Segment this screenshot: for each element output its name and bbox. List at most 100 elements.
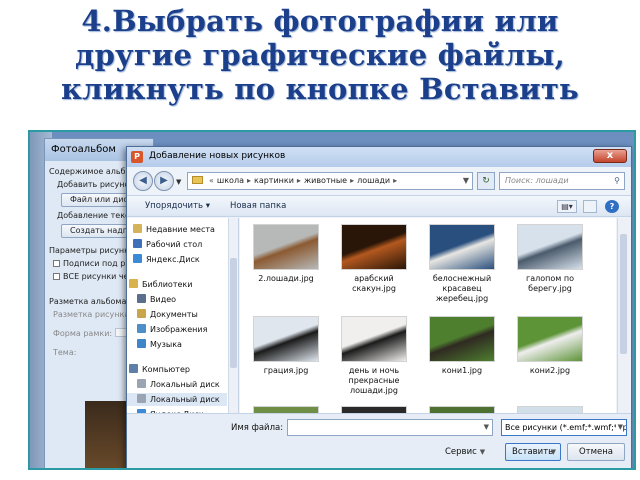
- powerpoint-icon: P: [131, 151, 143, 163]
- create-caption-button[interactable]: Создать надпись: [61, 224, 135, 238]
- file-item[interactable]: белоснежный красавец жеребец.jpg: [420, 224, 504, 304]
- frame-shape-label: Форма рамки:: [53, 329, 113, 338]
- file-item[interactable]: [508, 406, 592, 413]
- nav-item-label: Рабочий стол: [146, 240, 203, 249]
- yandex-disk-icon: [133, 254, 142, 263]
- nav-item[interactable]: Изображения: [127, 323, 227, 336]
- filename-input[interactable]: ▼: [287, 419, 493, 436]
- recent-locations-dropdown-icon[interactable]: ▼: [176, 178, 181, 186]
- music-icon: [137, 339, 146, 348]
- nav-item[interactable]: Библиотеки: [127, 278, 227, 291]
- libraries-icon: [129, 279, 138, 288]
- nav-item[interactable]: Музыка: [127, 338, 227, 351]
- nav-item[interactable]: Компьютер: [127, 363, 227, 376]
- insert-pictures-dialog: P Добавление новых рисунков x ◀ ▶ ▼ «шко…: [126, 146, 632, 468]
- address-bar[interactable]: «школа ▸ картинки ▸ животные ▸ лошади ▸ ▼: [187, 172, 473, 190]
- nav-item-label: Библиотеки: [142, 280, 193, 289]
- file-item[interactable]: галопом по берегу.jpg: [508, 224, 592, 294]
- file-item[interactable]: арабский скакун.jpg: [332, 224, 416, 294]
- nav-item[interactable]: Видео: [127, 293, 227, 306]
- file-thumbnail: [517, 316, 583, 362]
- dialog-bottom-panel: Имя файла: ▼ Все рисунки (*.emf;*.wmf;*.…: [127, 413, 631, 468]
- file-thumbnail: [253, 224, 319, 270]
- all-bw-checkbox[interactable]: [53, 273, 60, 280]
- preview-pane-icon[interactable]: [583, 200, 597, 213]
- insert-button[interactable]: Вставить ▼: [505, 443, 561, 461]
- local-disk-icon: [137, 379, 146, 388]
- file-name: галопом по берегу.jpg: [526, 274, 574, 293]
- file-item[interactable]: [244, 406, 328, 413]
- nav-item[interactable]: Документы: [127, 308, 227, 321]
- new-folder-button[interactable]: Новая папка: [230, 201, 286, 211]
- search-icon[interactable]: ⚲: [614, 173, 620, 189]
- picture-layout-label: Разметка рисунка: [53, 310, 130, 319]
- file-type-dropdown-icon[interactable]: ▼: [615, 420, 623, 435]
- breadcrumb-item[interactable]: лошади: [357, 176, 390, 185]
- tools-menu[interactable]: Сервис ▼: [445, 447, 485, 457]
- filename-dropdown-icon[interactable]: ▼: [484, 423, 489, 431]
- nav-item[interactable]: Яндекс.Диск: [127, 253, 227, 266]
- breadcrumb-item[interactable]: школа: [217, 176, 244, 185]
- theme-label: Тема:: [53, 348, 77, 357]
- breadcrumb-item[interactable]: картинки: [254, 176, 294, 185]
- file-item[interactable]: грация.jpg: [244, 316, 328, 376]
- file-item[interactable]: [332, 406, 416, 413]
- file-type-select[interactable]: Все рисунки (*.emf;*.wmf;*.jpg ▼: [501, 419, 627, 436]
- navigation-scroll-thumb[interactable]: [230, 258, 237, 368]
- nav-item-label: Недавние места: [146, 225, 215, 234]
- nav-item[interactable]: Локальный диск: [127, 378, 227, 391]
- slide-title-line-3: кликнуть по кнопке Вставить: [61, 72, 579, 106]
- file-item[interactable]: [420, 406, 504, 413]
- cancel-button[interactable]: Отмена: [567, 443, 625, 461]
- nav-item-label: Музыка: [150, 340, 182, 349]
- nav-item-label: Изображения: [150, 325, 208, 334]
- file-item[interactable]: день и ночь прекрасные лошади.jpg: [332, 316, 416, 396]
- tools-label: Сервис: [445, 447, 477, 457]
- file-name: 2.лошади.jpg: [258, 274, 314, 283]
- file-item[interactable]: 2.лошади.jpg: [244, 224, 328, 284]
- local-disk-icon: [137, 394, 146, 403]
- help-icon[interactable]: ?: [605, 200, 619, 213]
- toolbar: Упорядочить ▾ Новая папка ▤▾ ?: [127, 195, 631, 217]
- insert-dropdown-icon[interactable]: ▼: [551, 444, 556, 460]
- breadcrumb-item[interactable]: животные: [304, 176, 347, 185]
- nav-item[interactable]: Локальный диск: [127, 393, 227, 406]
- video-icon: [137, 294, 146, 303]
- file-list-scroll-thumb[interactable]: [620, 234, 627, 354]
- file-thumbnail: [341, 316, 407, 362]
- images-icon: [137, 324, 146, 333]
- file-list-scrollbar[interactable]: [617, 218, 629, 413]
- back-button[interactable]: ◀: [133, 171, 153, 191]
- file-thumbnail: [253, 316, 319, 362]
- tools-dropdown-icon: ▼: [479, 448, 486, 456]
- address-dropdown-icon[interactable]: ▼: [463, 173, 469, 189]
- navigation-scrollbar[interactable]: [228, 218, 238, 413]
- file-or-disk-button[interactable]: Файл или диск...: [61, 193, 135, 207]
- insert-label: Вставить: [512, 447, 554, 457]
- dialog-titlebar: P Добавление новых рисунков x: [127, 147, 631, 167]
- dialog-title: Добавление новых рисунков: [149, 151, 286, 161]
- nav-item[interactable]: Недавние места: [127, 223, 227, 236]
- file-thumbnail: [429, 316, 495, 362]
- file-item[interactable]: кони1.jpg: [420, 316, 504, 376]
- address-row: ◀ ▶ ▼ «школа ▸ картинки ▸ животные ▸ лошади ▸ ▼…: [127, 167, 631, 195]
- search-input[interactable]: Поиск: лошади ⚲: [499, 172, 625, 190]
- slide-title-line-2: другие графические файлы,: [75, 38, 565, 72]
- nav-item-label: Яндекс.Диск: [146, 255, 200, 264]
- search-placeholder: Поиск: лошади: [505, 176, 569, 185]
- captions-checkbox[interactable]: [53, 260, 60, 267]
- folder-icon: [192, 176, 203, 184]
- file-name: кони1.jpg: [441, 366, 483, 375]
- filename-label: Имя файла:: [231, 423, 284, 433]
- desktop-icon: [133, 239, 142, 248]
- file-thumbnail: [429, 224, 495, 270]
- refresh-button[interactable]: ↻: [477, 172, 495, 190]
- nav-item-label: Компьютер: [142, 365, 190, 374]
- organize-button[interactable]: Упорядочить ▾: [145, 201, 210, 211]
- view-options-icon[interactable]: ▤▾: [557, 200, 577, 213]
- computer-icon: [129, 364, 138, 373]
- close-button[interactable]: x: [593, 149, 627, 163]
- nav-item[interactable]: Рабочий стол: [127, 238, 227, 251]
- forward-button[interactable]: ▶: [154, 171, 174, 191]
- file-item[interactable]: кони2.jpg: [508, 316, 592, 376]
